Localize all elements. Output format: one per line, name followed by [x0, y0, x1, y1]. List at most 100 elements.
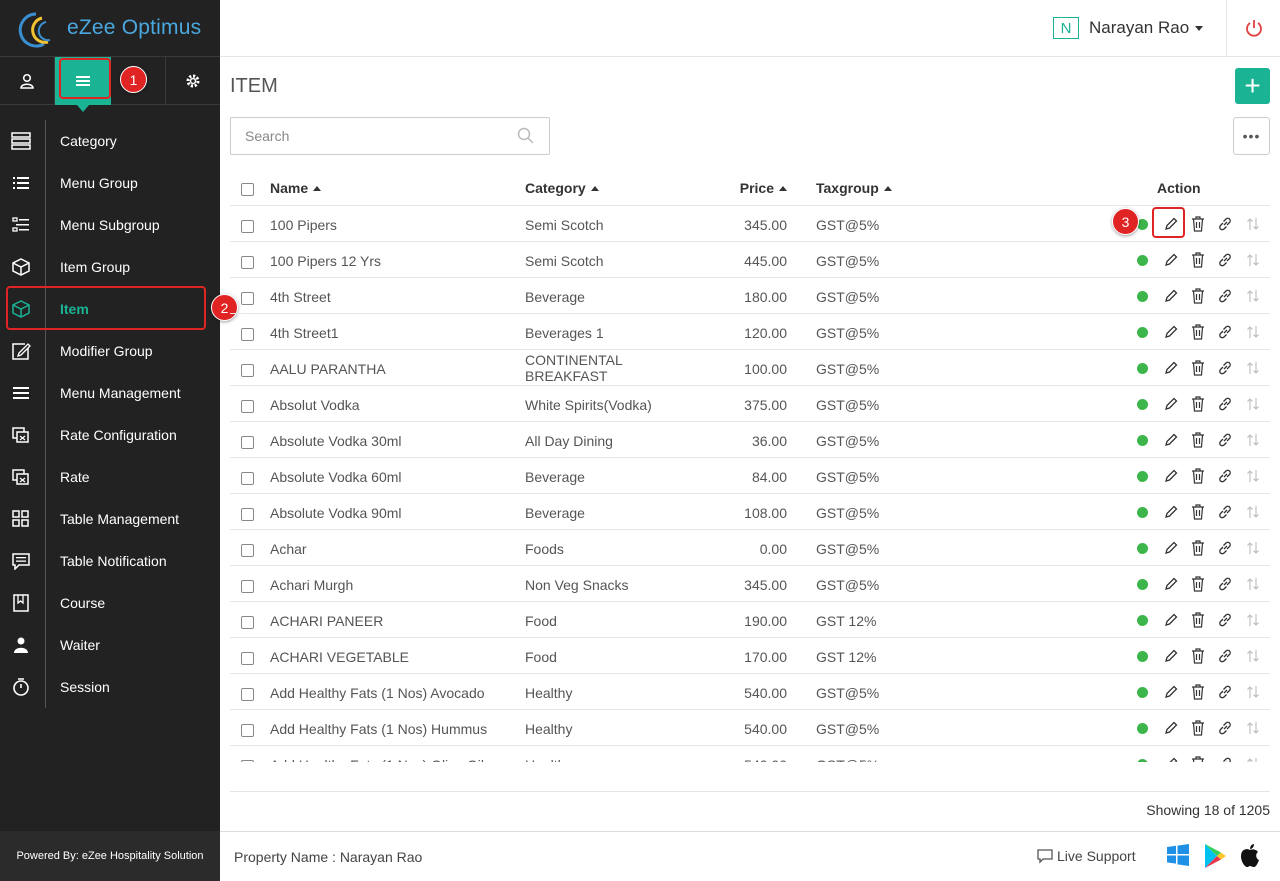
- add-item-button[interactable]: +: [1235, 68, 1270, 104]
- settings-button[interactable]: [166, 57, 220, 105]
- reorder-icon[interactable]: [1246, 288, 1260, 304]
- search-icon[interactable]: [517, 127, 534, 144]
- row-checkbox[interactable]: [241, 760, 254, 762]
- reorder-icon[interactable]: [1246, 324, 1260, 340]
- link-icon[interactable]: [1218, 432, 1232, 448]
- row-checkbox[interactable]: [241, 292, 254, 305]
- row-checkbox[interactable]: [241, 436, 254, 449]
- table-row[interactable]: ACHARI VEGETABLE Food 170.00 GST 12%: [230, 638, 1270, 674]
- reorder-icon[interactable]: [1246, 612, 1260, 628]
- row-checkbox[interactable]: [241, 724, 254, 737]
- sidebar-item-menu-group[interactable]: Menu Group: [0, 162, 220, 204]
- sidebar-item-course[interactable]: Course: [0, 582, 220, 624]
- sidebar-item-rate-configuration[interactable]: Rate Configuration: [0, 414, 220, 456]
- user-name[interactable]: Narayan Rao: [1089, 18, 1189, 38]
- edit-icon[interactable]: [1163, 396, 1179, 412]
- edit-icon[interactable]: [1163, 576, 1179, 592]
- reorder-icon[interactable]: [1246, 432, 1260, 448]
- reorder-icon[interactable]: [1246, 252, 1260, 268]
- delete-icon[interactable]: [1191, 540, 1205, 556]
- edit-icon[interactable]: [1163, 720, 1179, 736]
- more-options-button[interactable]: •••: [1233, 117, 1270, 155]
- table-row[interactable]: Add Healthy Fats (1 Nos) Avocado Healthy 5…: [230, 674, 1270, 710]
- row-checkbox[interactable]: [241, 652, 254, 665]
- reorder-icon[interactable]: [1246, 576, 1260, 592]
- link-icon[interactable]: [1218, 216, 1232, 232]
- link-icon[interactable]: [1218, 504, 1232, 520]
- delete-icon[interactable]: [1191, 396, 1205, 412]
- link-icon[interactable]: [1218, 612, 1232, 628]
- sidebar-item-table-notification[interactable]: Table Notification: [0, 540, 220, 582]
- col-header-category[interactable]: Category: [525, 180, 675, 196]
- delete-icon[interactable]: [1191, 720, 1205, 736]
- table-row[interactable]: 4th Street Beverage 180.00 GST@5%: [230, 278, 1270, 314]
- select-all-checkbox[interactable]: [241, 183, 254, 196]
- windows-icon[interactable]: [1166, 843, 1190, 867]
- reorder-icon[interactable]: [1246, 540, 1260, 556]
- sidebar-item-session[interactable]: Session: [0, 666, 220, 708]
- sidebar-item-menu-management[interactable]: Menu Management: [0, 372, 220, 414]
- reorder-icon[interactable]: [1246, 468, 1260, 484]
- reorder-icon[interactable]: [1246, 684, 1260, 700]
- delete-icon[interactable]: [1191, 216, 1205, 232]
- link-icon[interactable]: [1218, 540, 1232, 556]
- edit-icon[interactable]: [1163, 540, 1179, 556]
- reorder-icon[interactable]: [1246, 756, 1260, 762]
- edit-icon[interactable]: [1163, 360, 1179, 376]
- edit-icon[interactable]: [1163, 432, 1179, 448]
- reorder-icon[interactable]: [1246, 504, 1260, 520]
- edit-icon[interactable]: [1163, 684, 1179, 700]
- delete-icon[interactable]: [1191, 468, 1205, 484]
- delete-icon[interactable]: [1191, 648, 1205, 664]
- delete-icon[interactable]: [1191, 288, 1205, 304]
- table-row[interactable]: AALU PARANTHA CONTINENTAL BREAKFAST 100.00…: [230, 350, 1270, 386]
- row-checkbox[interactable]: [241, 616, 254, 629]
- edit-icon[interactable]: [1163, 504, 1179, 520]
- app-logo[interactable]: eZee Optimus: [0, 0, 220, 56]
- live-support-link[interactable]: Live Support: [1037, 848, 1136, 864]
- col-header-name[interactable]: Name: [270, 180, 322, 196]
- edit-icon[interactable]: [1163, 324, 1179, 340]
- delete-icon[interactable]: [1191, 576, 1205, 592]
- link-icon[interactable]: [1218, 252, 1232, 268]
- search-input[interactable]: [230, 117, 550, 155]
- row-checkbox[interactable]: [241, 364, 254, 377]
- link-icon[interactable]: [1218, 324, 1232, 340]
- chevron-down-icon[interactable]: [1195, 26, 1203, 31]
- sidebar-item-modifier-group[interactable]: Modifier Group: [0, 330, 220, 372]
- sidebar-item-item-group[interactable]: Item Group: [0, 246, 220, 288]
- col-header-price[interactable]: Price: [740, 180, 787, 196]
- sidebar-item-rate[interactable]: Rate: [0, 456, 220, 498]
- table-row[interactable]: Absolute Vodka 30ml All Day Dining 36.00 GS…: [230, 422, 1270, 458]
- link-icon[interactable]: [1218, 684, 1232, 700]
- edit-icon[interactable]: [1163, 648, 1179, 664]
- profile-button[interactable]: [0, 57, 55, 105]
- table-row[interactable]: 4th Street1 Beverages 1 120.00 GST@5%: [230, 314, 1270, 350]
- row-checkbox[interactable]: [241, 688, 254, 701]
- link-icon[interactable]: [1218, 396, 1232, 412]
- table-row[interactable]: Achari Murgh Non Veg Snacks 345.00 GST@5%: [230, 566, 1270, 602]
- row-checkbox[interactable]: [241, 544, 254, 557]
- link-icon[interactable]: [1218, 720, 1232, 736]
- row-checkbox[interactable]: [241, 328, 254, 341]
- sidebar-item-menu-subgroup[interactable]: Menu Subgroup: [0, 204, 220, 246]
- apple-icon[interactable]: [1239, 843, 1261, 868]
- reorder-icon[interactable]: [1246, 720, 1260, 736]
- table-row[interactable]: Add Healthy Fats (1 Nos) Hummus Healthy 54…: [230, 710, 1270, 746]
- link-icon[interactable]: [1218, 468, 1232, 484]
- link-icon[interactable]: [1218, 648, 1232, 664]
- edit-icon[interactable]: [1163, 252, 1179, 268]
- table-row[interactable]: Absolute Vodka 60ml Beverage 84.00 GST@5%: [230, 458, 1270, 494]
- table-row[interactable]: ACHARI PANEER Food 190.00 GST 12%: [230, 602, 1270, 638]
- delete-icon[interactable]: [1191, 360, 1205, 376]
- table-row[interactable]: Absolute Vodka 90ml Beverage 108.00 GST@5%: [230, 494, 1270, 530]
- logout-button[interactable]: [1226, 0, 1280, 56]
- edit-icon[interactable]: [1163, 468, 1179, 484]
- row-checkbox[interactable]: [241, 400, 254, 413]
- table-row[interactable]: 100 Pipers 12 Yrs Semi Scotch 445.00 GST@5%: [230, 242, 1270, 278]
- delete-icon[interactable]: [1191, 432, 1205, 448]
- row-checkbox[interactable]: [241, 256, 254, 269]
- table-row[interactable]: Achar Foods 0.00 GST@5%: [230, 530, 1270, 566]
- link-icon[interactable]: [1218, 756, 1232, 762]
- row-checkbox[interactable]: [241, 580, 254, 593]
